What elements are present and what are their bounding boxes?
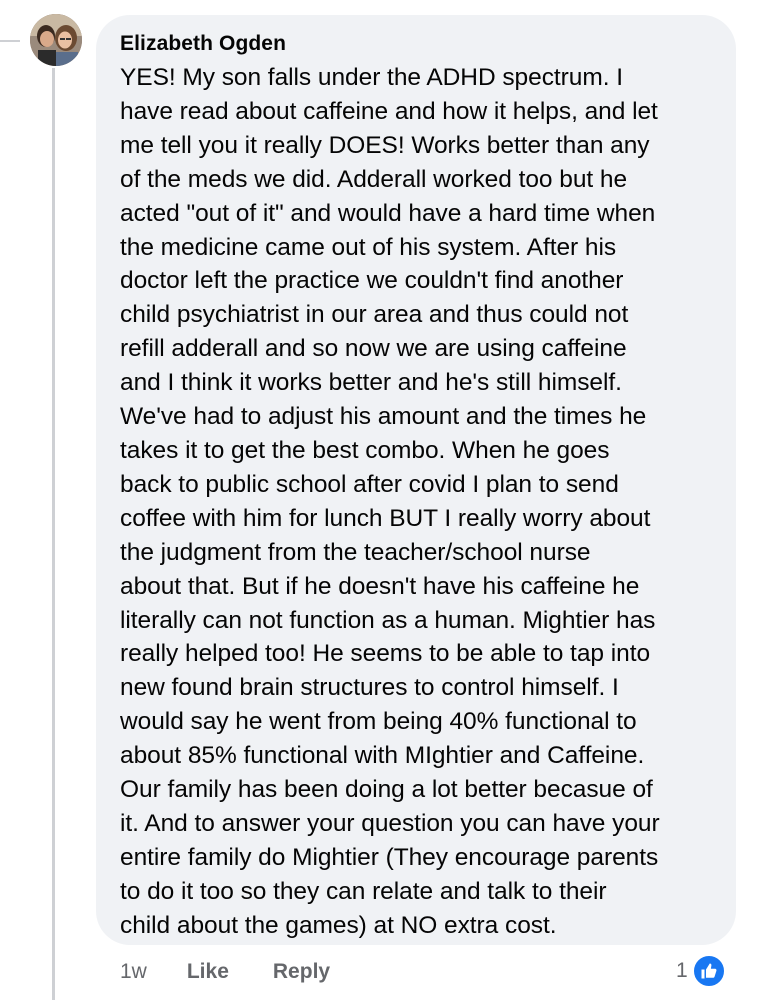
avatar[interactable] xyxy=(30,14,82,66)
reaction-count: 1 xyxy=(676,959,688,982)
comment-timestamp[interactable]: 1w xyxy=(120,960,147,984)
like-icon xyxy=(691,954,726,988)
thread-connector-line xyxy=(0,40,20,42)
reaction-summary[interactable]: 1 xyxy=(676,953,726,989)
comment-text: YES! My son falls under the ADHD spectru… xyxy=(120,64,660,939)
comment-thread: Elizabeth Ogden YES! My son falls under … xyxy=(0,0,759,1000)
comment-bubble: Elizabeth Ogden YES! My son falls under … xyxy=(96,15,736,945)
comment-actions: 1w Like Reply xyxy=(120,957,374,987)
like-button[interactable]: Like xyxy=(187,960,229,984)
thread-vertical-line xyxy=(52,68,55,1000)
comment-author[interactable]: Elizabeth Ogden xyxy=(120,31,710,57)
reply-button[interactable]: Reply xyxy=(273,960,330,984)
